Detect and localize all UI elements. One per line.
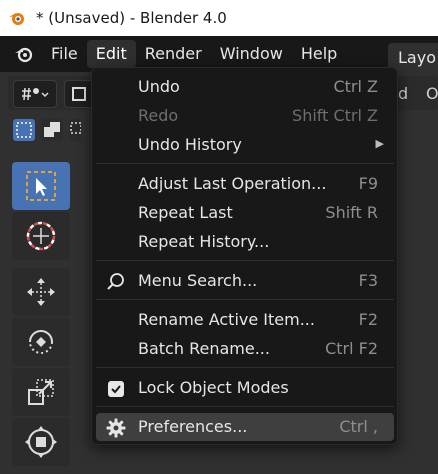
menu-render[interactable]: Render — [136, 40, 211, 68]
scale-icon — [28, 379, 54, 405]
square-icon — [72, 87, 86, 101]
pivot-icon — [22, 87, 49, 101]
menu-item-label: Batch Rename... — [138, 339, 270, 358]
menu-item-label: Rename Active Item... — [138, 310, 315, 329]
menu-item-label: Lock Object Modes — [138, 378, 289, 397]
menu-item-adjust-last-operation[interactable]: Adjust Last Operation... F9 — [96, 170, 394, 198]
edit-menu-dropdown: Undo Ctrl Z Redo Shift Ctrl Z Undo Histo… — [91, 67, 398, 445]
menu-item-batch-rename[interactable]: Batch Rename... Ctrl F2 — [96, 335, 394, 363]
menu-item-shortcut: Ctrl Z — [333, 77, 378, 96]
search-icon — [106, 272, 126, 292]
tool-transform[interactable] — [12, 418, 70, 466]
select-mode-new-icon[interactable] — [13, 119, 35, 141]
select-mode-extend-icon[interactable] — [41, 119, 63, 141]
window-titlebar: * (Unsaved) - Blender 4.0 — [0, 0, 438, 36]
move-icon — [27, 278, 55, 306]
tool-cursor[interactable] — [12, 212, 70, 260]
menu-item-label: Menu Search... — [138, 271, 258, 290]
menu-item-label: Preferences... — [138, 417, 248, 436]
menu-item-shortcut: F3 — [358, 271, 378, 290]
menu-item-shortcut: F9 — [358, 174, 378, 193]
tool-move[interactable] — [12, 268, 70, 316]
header-text-d: d — [398, 84, 409, 103]
tool-rotate[interactable] — [12, 318, 70, 366]
menu-edit[interactable]: Edit — [86, 40, 136, 68]
menu-item-lock-object-modes[interactable]: Lock Object Modes — [96, 374, 394, 402]
menu-item-label: Undo — [138, 77, 180, 96]
transform-icon — [25, 426, 57, 458]
transform-pivot-button[interactable] — [13, 80, 57, 108]
menu-separator — [96, 406, 394, 407]
menu-separator — [96, 260, 394, 261]
menu-item-shortcut: Shift Ctrl Z — [292, 106, 378, 125]
tool-select-box[interactable] — [12, 162, 70, 210]
blender-menu-icon[interactable] — [6, 36, 42, 72]
checkbox-checked-icon[interactable] — [106, 379, 126, 399]
tool-scale[interactable] — [12, 368, 70, 416]
rotate-icon — [29, 330, 53, 354]
overlay-button[interactable] — [64, 80, 94, 108]
menu-item-shortcut: Ctrl F2 — [325, 339, 378, 358]
menu-separator — [96, 367, 394, 368]
menu-window[interactable]: Window — [211, 40, 292, 68]
menu-item-rename-active-item[interactable]: Rename Active Item... F2 — [96, 306, 394, 334]
gear-icon — [106, 418, 126, 438]
menu-file[interactable]: File — [42, 40, 87, 68]
menu-item-shortcut: Shift R — [325, 203, 378, 222]
menu-item-label: Repeat Last — [138, 203, 233, 222]
tool-shelf — [8, 156, 76, 474]
menu-item-menu-search[interactable]: Menu Search... F3 — [96, 267, 394, 295]
select-mode-subtract-icon[interactable] — [69, 119, 82, 141]
menu-item-label: Repeat History... — [138, 232, 270, 251]
menu-item-label: Adjust Last Operation... — [138, 174, 327, 193]
menu-item-repeat-last[interactable]: Repeat Last Shift R — [96, 199, 394, 227]
menu-item-shortcut: F2 — [358, 310, 378, 329]
menu-separator — [96, 163, 394, 164]
menu-item-repeat-history[interactable]: Repeat History... — [96, 228, 394, 256]
header-text-o: O — [426, 84, 438, 103]
menu-item-shortcut: Ctrl , — [339, 417, 378, 436]
select-box-icon — [26, 171, 56, 201]
menu-item-label: Undo History — [138, 135, 242, 154]
cursor-icon — [26, 221, 56, 251]
menu-item-redo[interactable]: Redo Shift Ctrl Z — [96, 102, 394, 130]
menu-item-undo[interactable]: Undo Ctrl Z — [96, 73, 394, 101]
menu-item-label: Redo — [138, 106, 179, 125]
submenu-arrow-icon: ▶ — [375, 137, 384, 150]
menu-item-preferences[interactable]: Preferences... Ctrl , — [96, 413, 394, 441]
window-title: * (Unsaved) - Blender 4.0 — [36, 9, 227, 27]
blender-logo-icon — [6, 7, 28, 29]
menu-help[interactable]: Help — [292, 40, 346, 68]
menu-separator — [96, 299, 394, 300]
menu-item-undo-history[interactable]: Undo History ▶ — [96, 131, 394, 159]
